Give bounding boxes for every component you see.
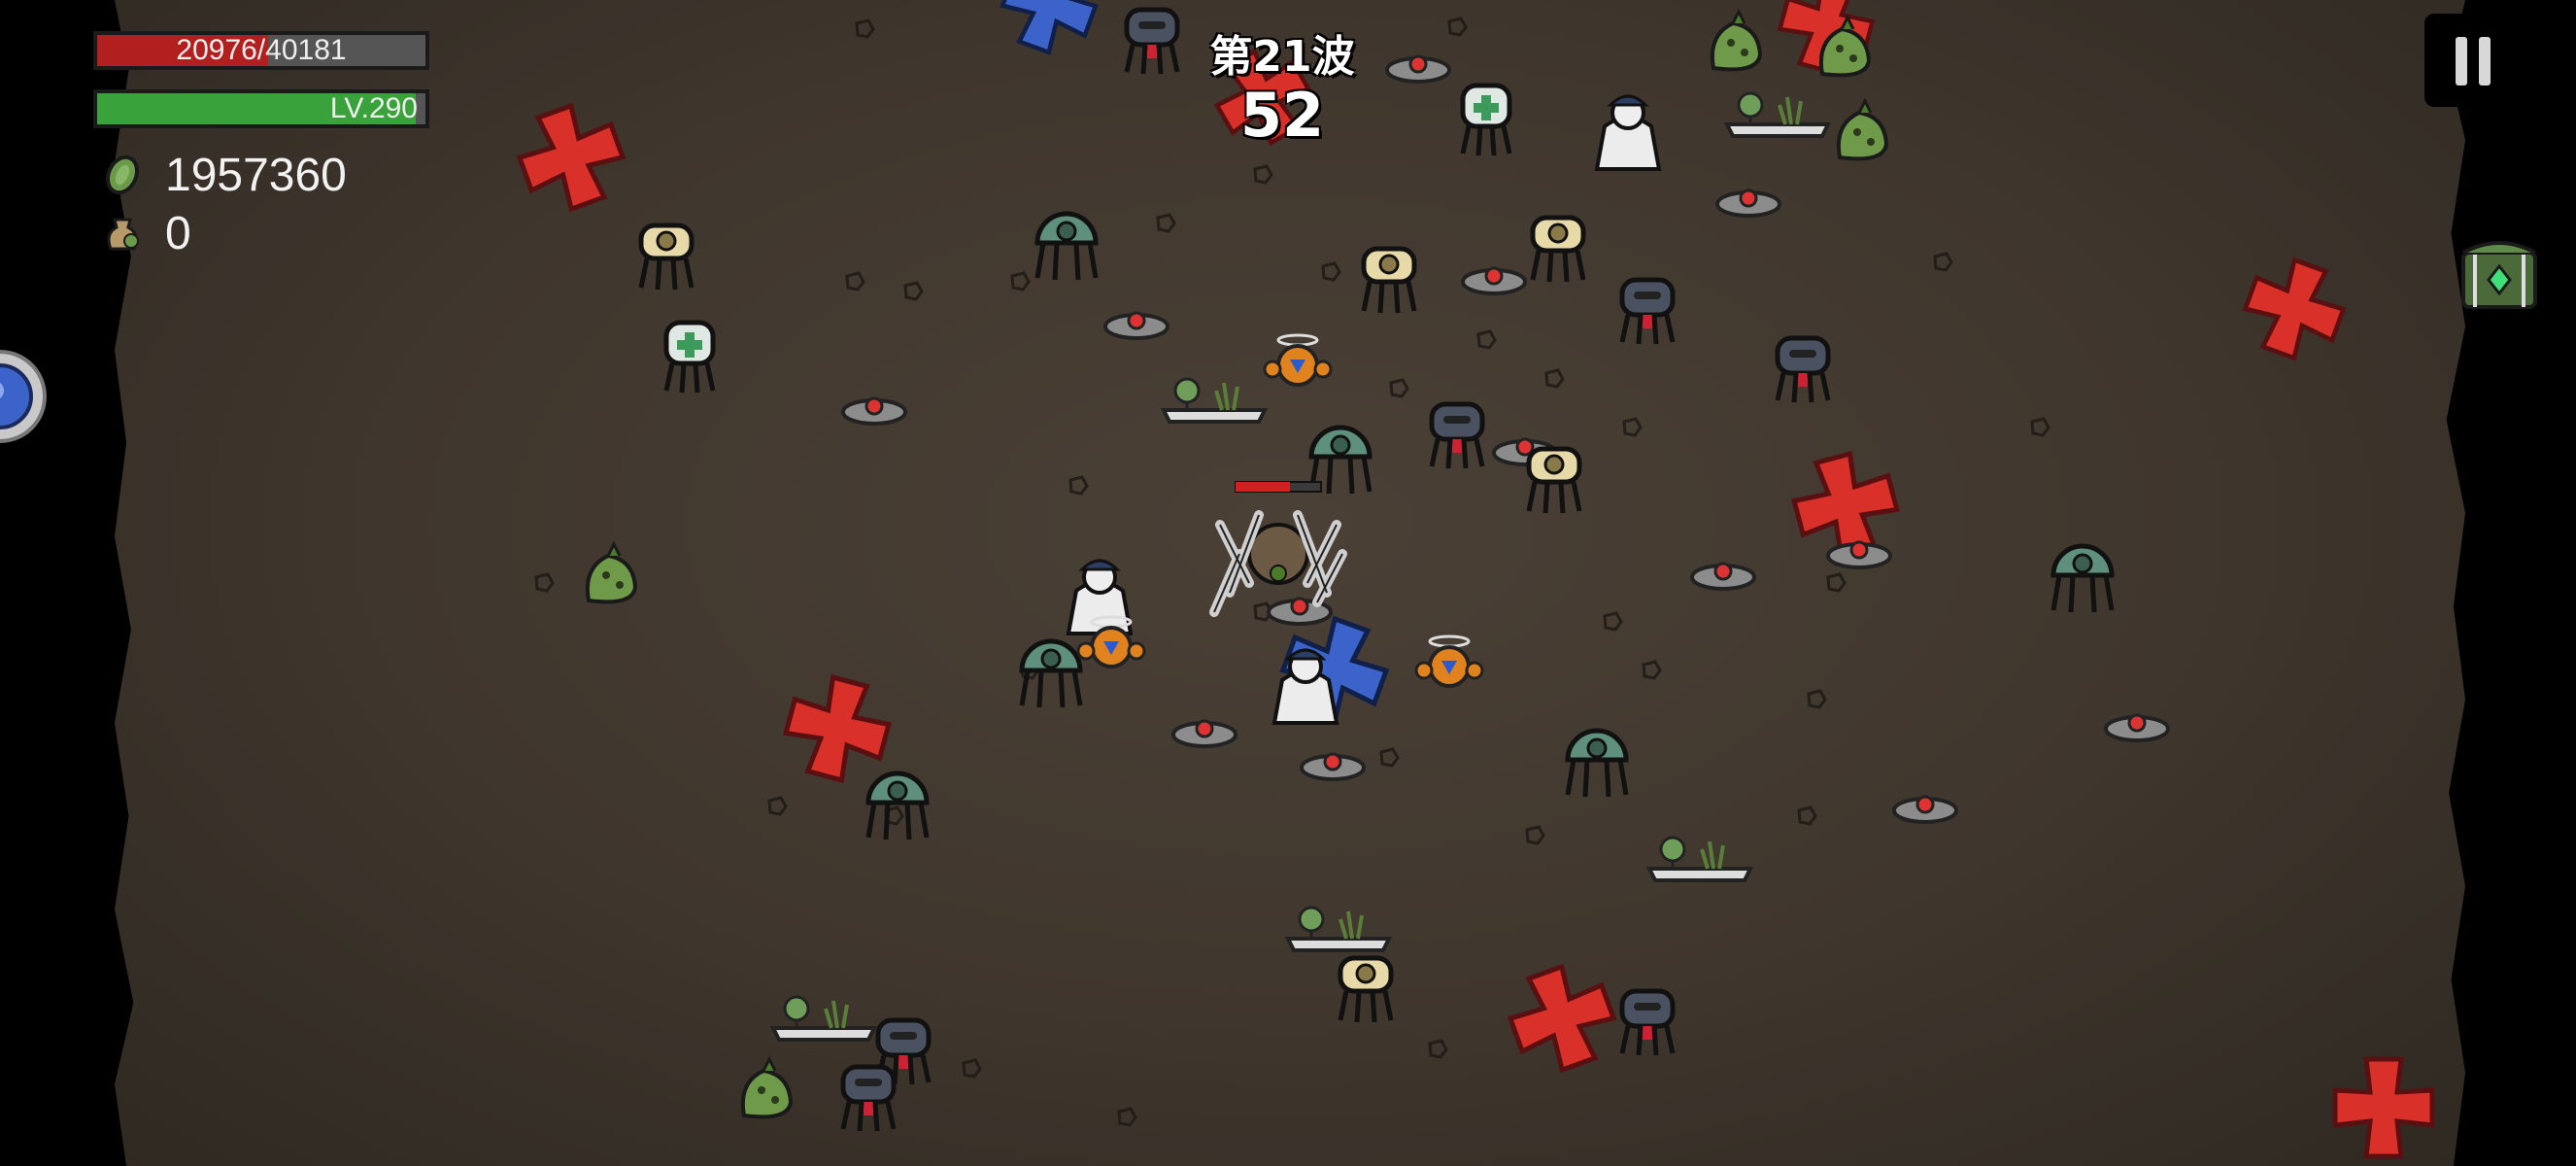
skill-orb-button[interactable] [0, 328, 47, 464]
chest-icon [2461, 241, 2537, 309]
health-text: 20976/40181 [176, 34, 347, 66]
battlefield-scene [0, 0, 2576, 1166]
wave-title: 第21波 [1209, 32, 1355, 82]
bags-value: 0 [165, 207, 191, 259]
money-bag-icon [107, 218, 139, 251]
bags-row: 0 [101, 207, 191, 259]
green-coin-icon [105, 154, 140, 195]
chest-button[interactable] [2456, 233, 2543, 315]
wave-countdown: 52 [1239, 80, 1325, 151]
coins-row: 1957360 [101, 149, 347, 201]
pause-button[interactable] [2424, 14, 2522, 107]
coins-value: 1957360 [165, 149, 347, 201]
level-text: LV.290 [329, 92, 418, 124]
health-bar: 20976/40181 [93, 31, 429, 70]
level-bar: LV.290 [93, 89, 429, 128]
skill-orb-icon [0, 350, 47, 443]
